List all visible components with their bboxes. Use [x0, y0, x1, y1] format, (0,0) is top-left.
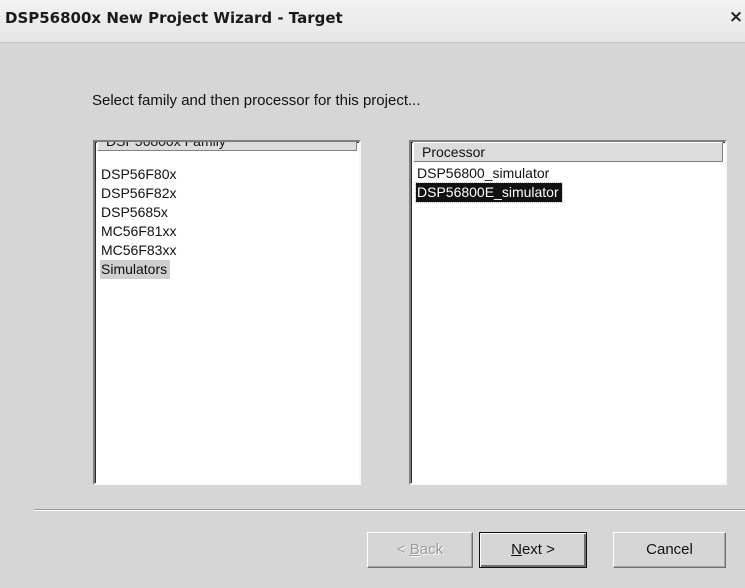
title-bar[interactable]: DSP56800x New Project Wizard - Target ×	[0, 0, 745, 43]
family-items: DSP56F80x DSP56F82x DSP5685x MC56F81xx M…	[97, 165, 357, 279]
family-item-label: Simulators	[100, 260, 171, 279]
next-mnemonic: N	[511, 541, 522, 558]
separator-line	[34, 509, 745, 511]
processor-item-selected[interactable]: DSP56800E_simulator	[413, 182, 723, 203]
family-item[interactable]: MC56F83xx	[97, 241, 357, 260]
next-label-rest: ext >	[521, 541, 555, 558]
family-listbox[interactable]: DSP56800x Family DSP56F80x DSP56F82x DSP…	[93, 140, 361, 485]
family-item-label: MC56F81xx	[101, 223, 177, 239]
family-item[interactable]: DSP5685x	[97, 203, 357, 222]
processor-item-label: DSP56800_simulator	[417, 165, 550, 181]
family-item[interactable]: MC56F81xx	[97, 222, 357, 241]
back-button[interactable]: < Back	[367, 532, 473, 568]
close-icon[interactable]: ×	[727, 6, 745, 28]
family-item-label: DSP56F80x	[101, 166, 177, 182]
processor-listbox[interactable]: Processor DSP56800_simulator DSP56800E_s…	[409, 140, 727, 485]
wizard-dialog: DSP56800x New Project Wizard - Target × …	[0, 0, 745, 588]
family-item-selected[interactable]: Simulators	[97, 260, 357, 279]
next-button[interactable]: Next >	[479, 532, 587, 568]
family-item-label: DSP56F82x	[101, 185, 177, 201]
instruction-text: Select family and then processor for thi…	[92, 92, 421, 109]
processor-item[interactable]: DSP56800_simulator	[413, 164, 723, 183]
back-label-rest: ack	[419, 541, 444, 558]
processor-item-label: DSP56800E_simulator	[415, 182, 563, 203]
back-prefix: <	[396, 541, 410, 558]
processor-items: DSP56800_simulator DSP56800E_simulator	[413, 164, 723, 203]
family-item[interactable]: DSP56F80x	[97, 165, 357, 184]
family-item[interactable]: DSP56F82x	[97, 184, 357, 203]
processor-column-header[interactable]: Processor	[413, 142, 723, 162]
family-item-label: DSP5685x	[101, 204, 168, 220]
back-mnemonic: B	[409, 541, 420, 558]
family-item-label: MC56F83xx	[101, 242, 177, 258]
cancel-button[interactable]: Cancel	[613, 532, 726, 568]
family-column-header[interactable]: DSP56800x Family	[97, 142, 357, 151]
window-title: DSP56800x New Project Wizard - Target	[5, 9, 343, 27]
